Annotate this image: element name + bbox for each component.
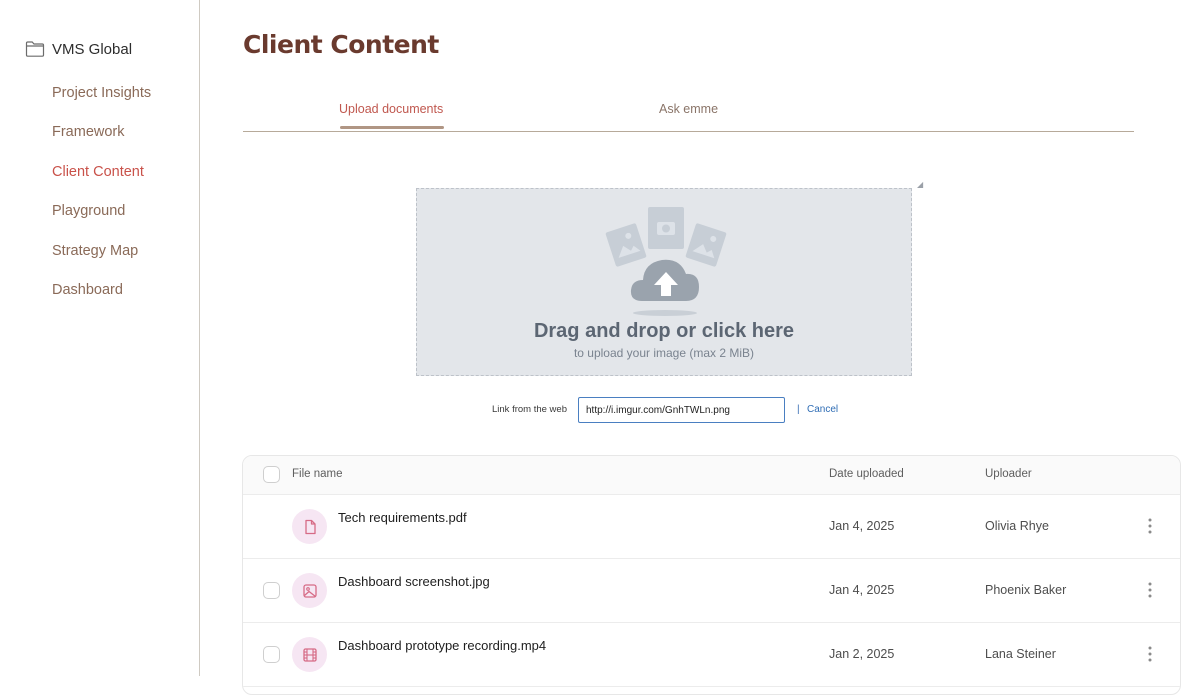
sidebar-item-framework[interactable]: Framework: [52, 123, 151, 162]
dropzone-subtitle: to upload your image (max 2 MiB): [573, 346, 755, 360]
page-title: Client Content: [243, 30, 439, 59]
cancel-link[interactable]: Cancel: [807, 404, 838, 415]
sidebar-item-playground[interactable]: Playground: [52, 202, 151, 241]
dropzone-title: Drag and drop or click here: [533, 320, 795, 342]
film-icon: [292, 637, 327, 672]
more-options-icon[interactable]: [1143, 642, 1157, 666]
tab-ask-emme[interactable]: Ask emme: [659, 102, 718, 116]
document-icon: [292, 509, 327, 544]
table-row[interactable]: Tech requirements.pdf Jan 4, 2025 Olivia…: [243, 494, 1180, 559]
resize-handle-icon: ◢: [917, 180, 924, 189]
sidebar-item-client-content[interactable]: Client Content: [52, 163, 151, 202]
date-uploaded: Jan 4, 2025: [829, 583, 895, 597]
uploader-name: Lana Steiner: [985, 647, 1056, 661]
more-options-icon[interactable]: [1143, 514, 1157, 538]
column-header-date-uploaded[interactable]: Date uploaded: [829, 468, 904, 480]
files-table: File name Date uploaded Uploader Tech re…: [242, 455, 1181, 695]
date-uploaded: Jan 4, 2025: [829, 519, 895, 533]
sidebar-nav: Project Insights Framework Client Conten…: [52, 84, 151, 320]
sidebar: VMS Global Project Insights Framework Cl…: [0, 0, 200, 676]
uploader-name: Phoenix Baker: [985, 583, 1067, 597]
date-uploaded: Jan 2, 2025: [829, 647, 895, 661]
sidebar-item-project-insights[interactable]: Project Insights: [52, 84, 151, 123]
folder-icon: [25, 41, 45, 57]
link-separator: |: [797, 404, 800, 415]
table-header: File name Date uploaded Uploader: [243, 456, 1180, 495]
column-header-file-name[interactable]: File name: [292, 468, 343, 480]
sidebar-item-strategy-map[interactable]: Strategy Map: [52, 242, 151, 281]
image-icon: [292, 573, 327, 608]
tab-upload-documents[interactable]: Upload documents: [339, 102, 443, 116]
table-row[interactable]: Dashboard screenshot.jpg Jan 4, 2025 Pho…: [243, 558, 1180, 623]
uploader-name: Olivia Rhye: [985, 519, 1049, 533]
table-row[interactable]: Dashboard prototype recording.mp4 Jan 2,…: [243, 622, 1180, 687]
column-header-uploader[interactable]: Uploader: [985, 468, 1032, 480]
row-checkbox[interactable]: [263, 646, 280, 663]
tab-bar: Upload documents Ask emme: [243, 96, 1134, 132]
more-options-icon[interactable]: [1143, 578, 1157, 602]
sidebar-item-dashboard[interactable]: Dashboard: [52, 281, 151, 320]
active-tab-indicator: [340, 126, 444, 129]
select-all-checkbox[interactable]: [263, 466, 280, 483]
row-checkbox[interactable]: [263, 582, 280, 599]
workspace-switcher[interactable]: VMS Global: [25, 40, 132, 58]
file-name[interactable]: Dashboard prototype recording.mp4: [338, 638, 546, 653]
link-from-web-label: Link from the web: [492, 404, 567, 415]
link-url-input[interactable]: [578, 397, 785, 423]
workspace-name: VMS Global: [52, 40, 133, 58]
upload-cloud-icon: [605, 207, 727, 316]
file-name[interactable]: Dashboard screenshot.jpg: [338, 574, 490, 589]
file-name[interactable]: Tech requirements.pdf: [338, 510, 467, 525]
